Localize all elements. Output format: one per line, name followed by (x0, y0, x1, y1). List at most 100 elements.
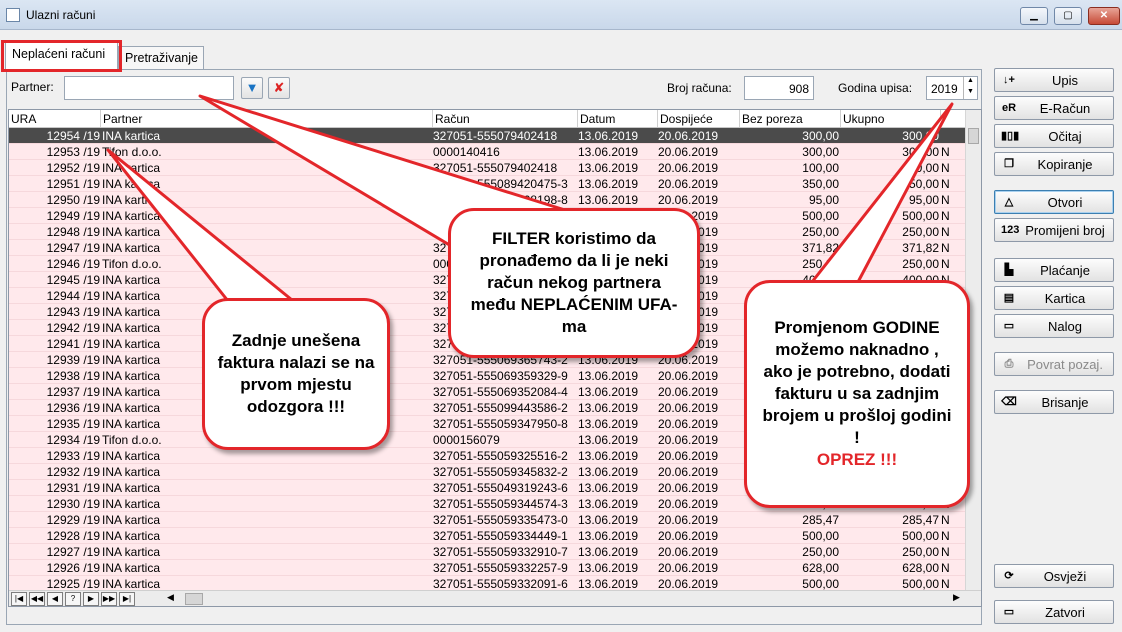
table-cell-bez: 500,00 (802, 209, 839, 223)
table-cell-ura: 12948 /19 (46, 225, 100, 239)
table-cell-dos: 20.06.2019 (658, 177, 719, 191)
table-row[interactable]: 12954 /19 INA kartica 327051-555079402418 1… (9, 128, 967, 144)
table-cell-ura: 12926 /19 (46, 561, 100, 575)
table-cell-ura: 12931 /19 (46, 481, 100, 495)
table-cell-ura: 12941 /19 (46, 337, 100, 351)
table-cell-uku: 500,00 (902, 209, 939, 223)
table-cell-par: Tifon d.o.o. (102, 257, 162, 271)
table-cell-dat: 13.06.2019 (578, 145, 639, 159)
col-ura[interactable]: URA (11, 112, 36, 126)
table-cell-dat: 13.06.2019 (578, 449, 639, 463)
upis-button[interactable]: ↓+ Upis (994, 68, 1114, 92)
table-row[interactable]: 12928 /19 INA kartica 327051-555059334449-… (9, 528, 967, 544)
scroll-left-icon[interactable]: ◀ (167, 592, 174, 603)
table-row[interactable]: 12951 /19 INA kartica 327051-555089420475-… (9, 176, 967, 192)
table-cell-dos: 20.06.2019 (658, 433, 719, 447)
scroll-right-icon[interactable]: ▶ (953, 592, 960, 603)
table-cell-dos: 20.06.2019 (658, 561, 719, 575)
table-cell-rac: 0000156079 (433, 433, 500, 447)
table-cell-nn: N (941, 561, 950, 575)
horizontal-scroll-thumb[interactable] (185, 593, 203, 605)
spin-up-icon[interactable]: ▲ (963, 77, 977, 88)
očitaj-button[interactable]: ▮▯▮ Očitaj (994, 124, 1114, 148)
table-cell-rac: 327051-555059332091-6 (433, 577, 568, 591)
table-cell-dat: 13.06.2019 (578, 465, 639, 479)
table-cell-dat: 13.06.2019 (578, 433, 639, 447)
table-cell-uku: 500,00 (902, 529, 939, 543)
table-cell-dos: 20.06.2019 (658, 497, 719, 511)
partner-input[interactable] (64, 76, 234, 100)
table-cell-dos: 20.06.2019 (658, 545, 719, 559)
nav-last-icon[interactable]: ▶| (119, 592, 135, 606)
table-row[interactable]: 12927 /19 INA kartica 327051-555059332910-… (9, 544, 967, 560)
nav-next-icon[interactable]: ▶ (83, 592, 99, 606)
filter-icon[interactable]: ▼ (241, 77, 263, 99)
table-cell-ura: 12933 /19 (46, 449, 100, 463)
kartica-button[interactable]: ▤ Kartica (994, 286, 1114, 310)
table-cell-ura: 12929 /19 (46, 513, 100, 527)
broj-racuna-field[interactable]: 908 (744, 76, 814, 100)
nav-prev-page-icon[interactable]: ◀◀ (29, 592, 45, 606)
e-račun-button[interactable]: eR E-Račun (994, 96, 1114, 120)
table-cell-rac: 327051-555059335473-0 (433, 513, 568, 527)
table-row[interactable]: 12952 /19 INA kartica 327051-555079402418 1… (9, 160, 967, 176)
col-ukupno[interactable]: Ukupno (843, 112, 884, 126)
table-cell-par: INA kartica (102, 529, 161, 543)
table-cell-uku: 371,82 (902, 241, 939, 255)
table-cell-dat: 13.06.2019 (578, 193, 639, 207)
side-button-label: Plaćanje (1040, 263, 1090, 278)
zatvori-button[interactable]: ▭ Zatvori (994, 600, 1114, 624)
table-cell-bez: 95,00 (808, 193, 839, 207)
col-bez-poreza[interactable]: Bez poreza (742, 112, 803, 126)
side-button-label: Osvježi (1043, 569, 1087, 584)
table-cell-dos: 20.06.2019 (658, 449, 719, 463)
table-cell-rac: 327051-555059347950-8 (433, 417, 568, 431)
promijeni-broj-button[interactable]: 123 Promijeni broj (994, 218, 1114, 242)
table-row[interactable]: 12953 /19 Tifon d.o.o. 0000140416 13.06.201… (9, 144, 967, 160)
brisanje-button[interactable]: ⌫ Brisanje (994, 390, 1114, 414)
nav-prev-icon[interactable]: ◀ (47, 592, 63, 606)
nav-first-icon[interactable]: |◀ (11, 592, 27, 606)
table-cell-ura: 12951 /19 (46, 177, 100, 191)
first-row-callout: Zadnje unešena faktura nalazi se na prvo… (202, 298, 390, 450)
povrat-pozaj-button[interactable]: ⎙ Povrat pozaj. (994, 352, 1114, 376)
side-button-label: Očitaj (1048, 129, 1082, 144)
table-cell-ura: 12935 /19 (46, 417, 100, 431)
table-row[interactable]: 12926 /19 INA kartica 327051-555059332257-… (9, 560, 967, 576)
osvježi-button[interactable]: ⟳ Osvježi (994, 564, 1114, 588)
table-row[interactable]: 12929 /19 INA kartica 327051-555059335473-… (9, 512, 967, 528)
col-datum[interactable]: Datum (580, 112, 615, 126)
tab-pretrazivanje[interactable]: Pretraživanje (118, 46, 204, 70)
col-dospijece[interactable]: Dospijeće (660, 112, 713, 126)
table-cell-bez: 350,00 (802, 177, 839, 191)
table-row[interactable]: 12950 /19 INA kartica 327051-555089408198… (9, 192, 967, 208)
vertical-scroll-thumb[interactable] (968, 128, 979, 144)
col-racun[interactable]: Račun (435, 112, 470, 126)
nav-help-icon[interactable]: ? (65, 592, 81, 606)
copy-icon: ❐ (1004, 158, 1014, 170)
table-cell-uku: 285,47 (902, 513, 939, 527)
table-cell-bez: 250,00 (802, 545, 839, 559)
col-partner[interactable]: Partner (103, 112, 142, 126)
minimize-button[interactable]: ▁ (1020, 7, 1048, 25)
plaćanje-button[interactable]: ▙ Plaćanje (994, 258, 1114, 282)
close-button[interactable]: ✕ (1088, 7, 1120, 25)
tab-neplaceni-racuni[interactable]: Neplaćeni računi (1, 40, 122, 72)
nav-next-page-icon[interactable]: ▶▶ (101, 592, 117, 606)
table-cell-par: INA kartica (102, 577, 161, 591)
godina-upisa-stepper[interactable]: 2019 ▲ ▼ (926, 76, 978, 100)
table-cell-par: INA kartica (102, 177, 161, 191)
spin-down-icon[interactable]: ▼ (963, 88, 977, 99)
order-icon: ▭ (1003, 320, 1015, 332)
table-cell-uku: 250,00 (902, 225, 939, 239)
table-cell-dos: 20.06.2019 (658, 401, 719, 415)
table-cell-ura: 12945 /19 (46, 273, 100, 287)
maximize-button[interactable]: ▢ (1054, 7, 1082, 25)
kopiranje-button[interactable]: ❐ Kopiranje (994, 152, 1114, 176)
table-cell-dos: 20.06.2019 (658, 529, 719, 543)
table-cell-rac: 327051-555079402418 (433, 129, 558, 143)
nalog-button[interactable]: ▭ Nalog (994, 314, 1114, 338)
clear-filter-icon[interactable]: ✘ (268, 77, 290, 99)
table-cell-dos: 20.06.2019 (658, 369, 719, 383)
otvori-button[interactable]: △ Otvori (994, 190, 1114, 214)
